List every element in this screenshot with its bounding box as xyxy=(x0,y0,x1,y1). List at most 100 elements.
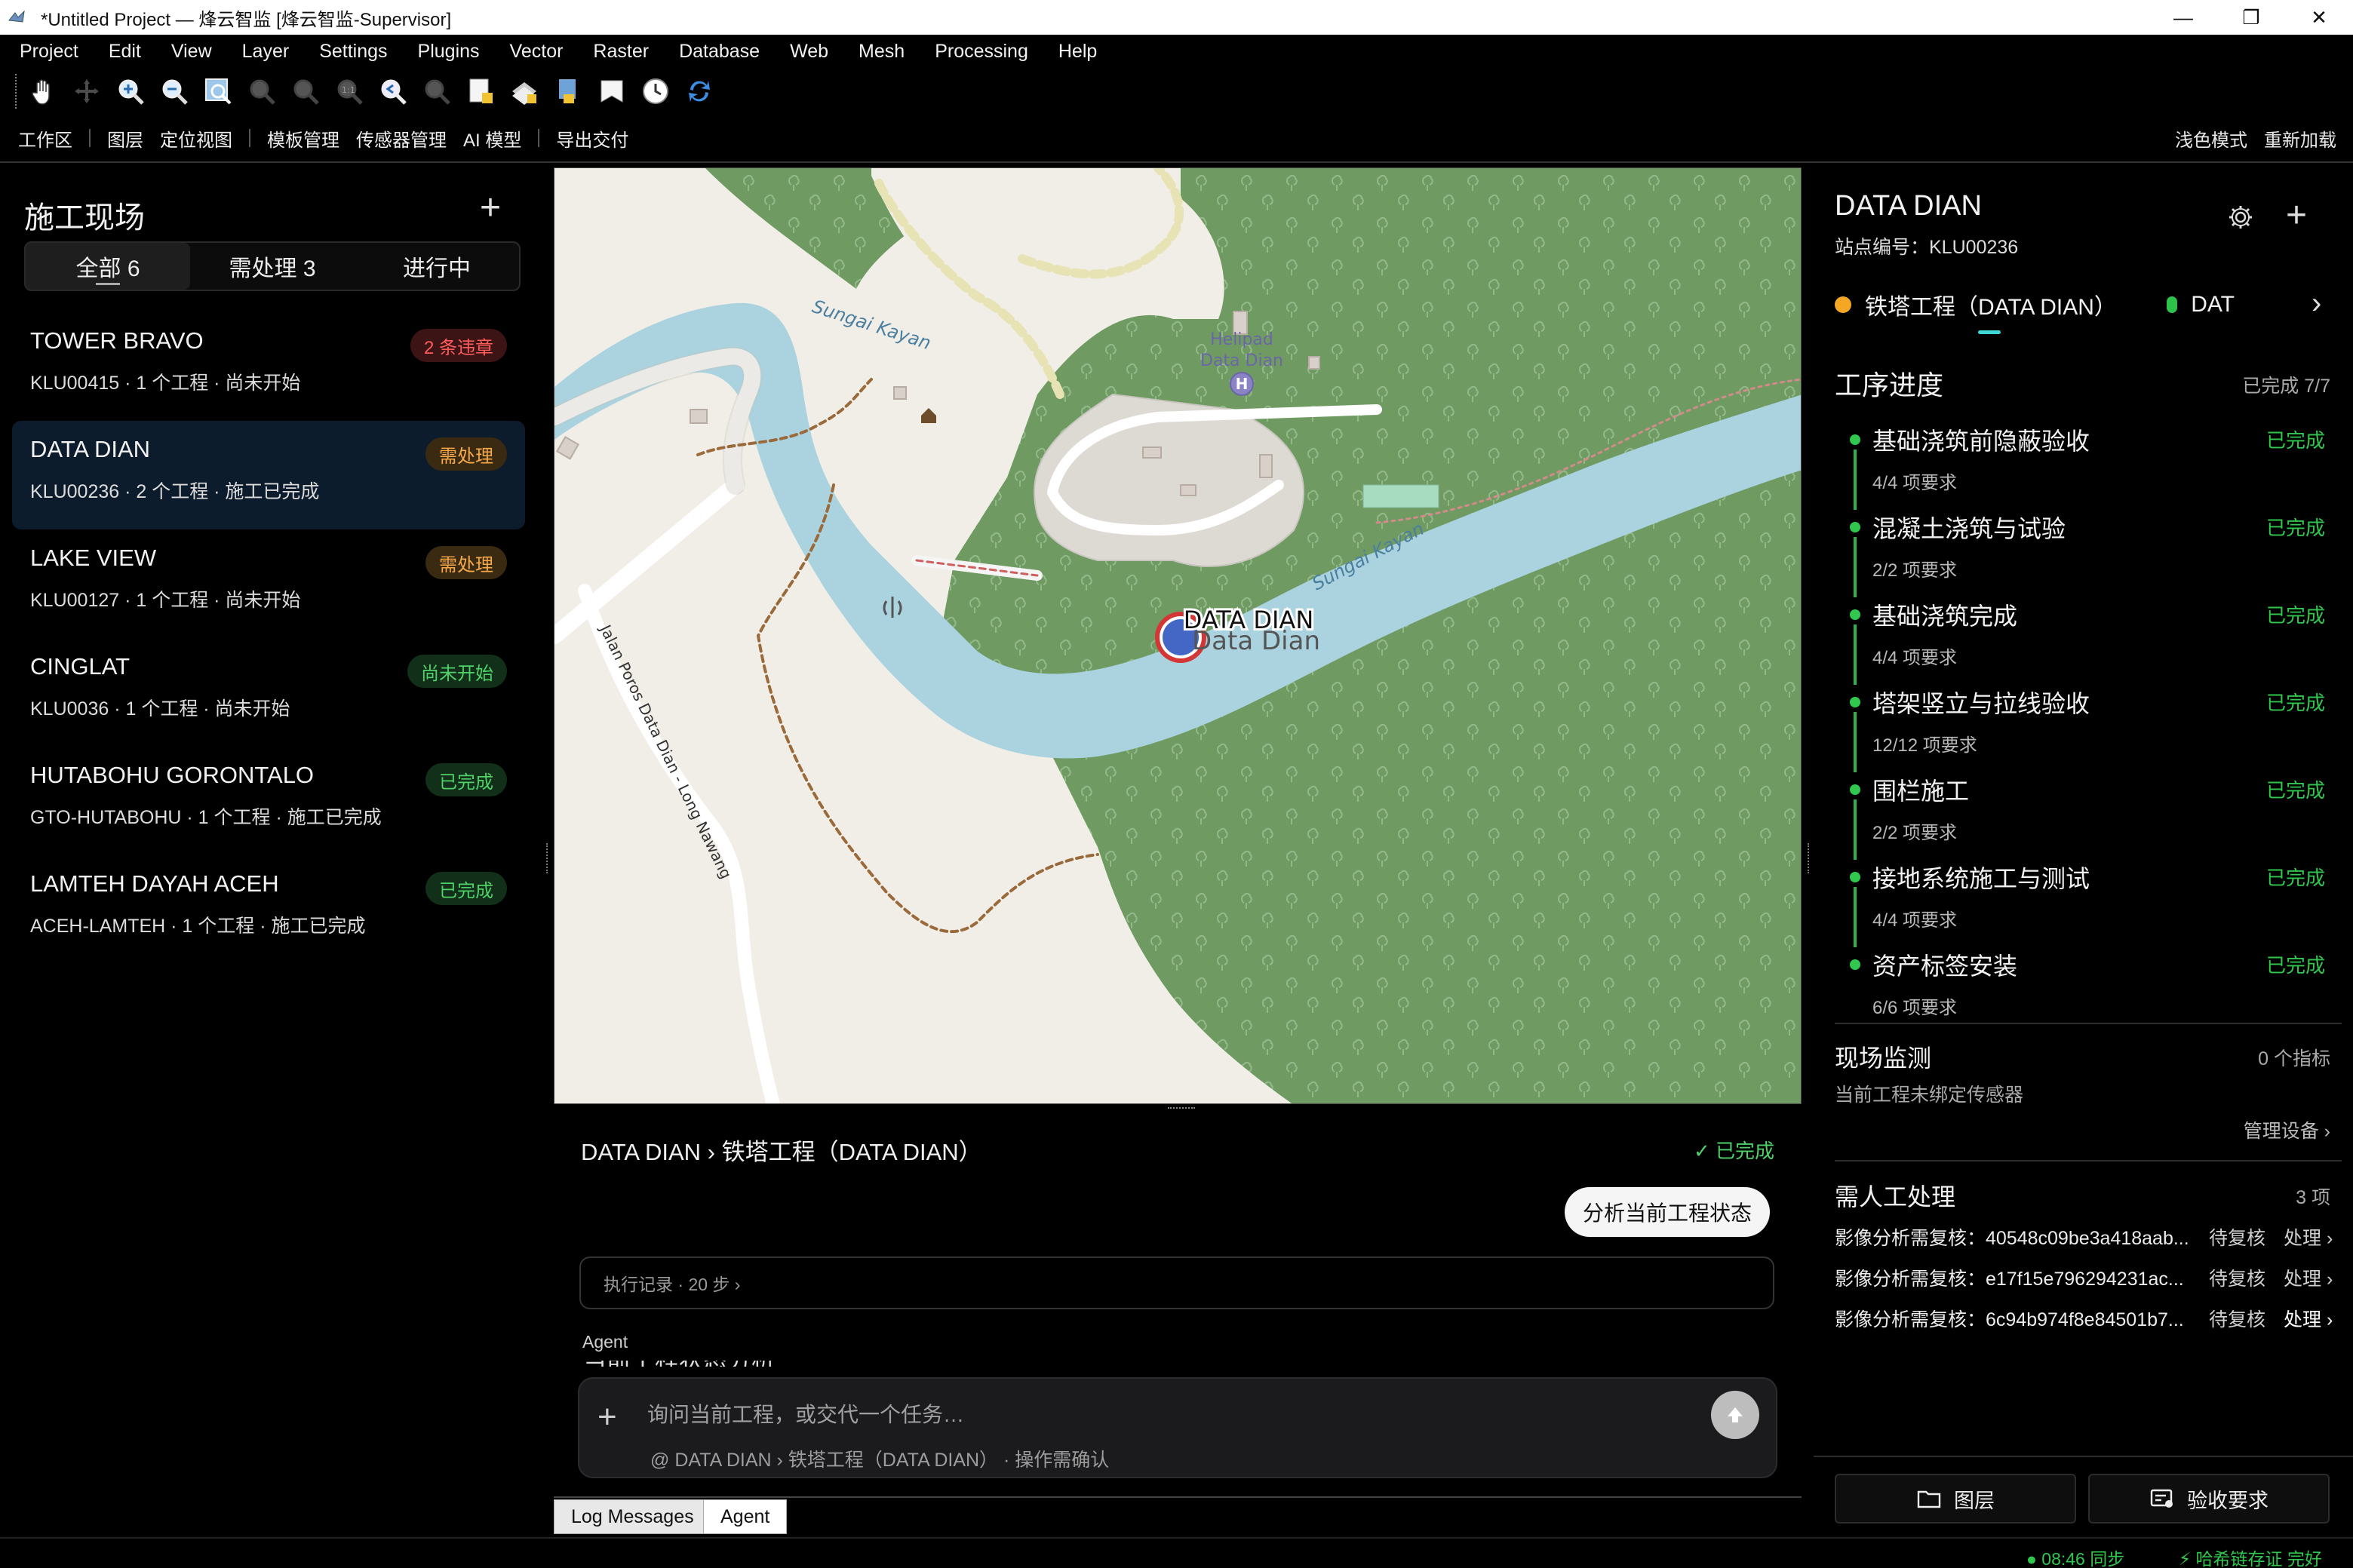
nav-sensor-management[interactable]: 传感器管理 xyxy=(356,125,447,152)
filter-tab-in-progress[interactable]: 进行中 xyxy=(355,243,519,290)
step-requirements: 4/4 项要求 xyxy=(1872,910,1958,931)
project-tab[interactable]: DAT xyxy=(2167,282,2235,327)
site-item[interactable]: LAMTEH DAYAH ACEH ACEH-LAMTEH · 1 个工程 · … xyxy=(12,855,525,964)
status-badge: 已完成 xyxy=(425,872,507,905)
menu-raster[interactable]: Raster xyxy=(593,41,649,63)
menu-plugins[interactable]: Plugins xyxy=(418,41,480,63)
process-steps: 基础浇筑前隐蔽验收 4/4 项要求 已完成 混凝土浇筑与试验 2/2 项要求 已… xyxy=(1835,421,2348,1033)
project-status: ✓ 已完成 xyxy=(1693,1140,1774,1162)
manual-item-action[interactable]: 处理 › xyxy=(2284,1223,2333,1250)
show-bookmarks-icon[interactable] xyxy=(507,74,542,109)
menu-settings[interactable]: Settings xyxy=(319,41,387,63)
manual-title: 需人工处理 xyxy=(1835,1183,1956,1211)
right-splitter[interactable] xyxy=(1805,164,1814,1507)
temporal-controller-icon[interactable] xyxy=(638,74,673,109)
zoom-full-icon[interactable] xyxy=(201,74,235,109)
menu-help[interactable]: Help xyxy=(1058,41,1097,63)
zoom-next-icon[interactable] xyxy=(419,74,454,109)
nav-ai-model[interactable]: AI 模型 xyxy=(463,125,521,152)
step-item[interactable]: 基础浇筑完成 4/4 项要求 已完成 xyxy=(1835,596,2348,685)
step-item[interactable]: 围栏施工 2/2 项要求 已完成 xyxy=(1835,771,2348,860)
zoom-to-layer-icon[interactable] xyxy=(288,74,323,109)
project-tab-active[interactable]: 铁塔工程（DATA DIAN） xyxy=(1835,282,2117,327)
zoom-in-icon[interactable] xyxy=(113,74,148,109)
site-item-selected[interactable]: DATA DIAN KLU00236 · 2 个工程 · 施工已完成 需处理 xyxy=(12,421,525,529)
map-canvas[interactable]: H Helipad Data Dian Sungai Kayan Sungai … xyxy=(554,167,1802,1104)
zoom-out-icon[interactable] xyxy=(157,74,192,109)
map-agent-splitter[interactable] xyxy=(1168,1107,1195,1112)
zoom-last-icon[interactable] xyxy=(376,74,410,109)
tab-log-messages[interactable]: Log Messages xyxy=(554,1499,711,1534)
acceptance-requirements-button[interactable]: 验收要求 xyxy=(2088,1474,2330,1524)
pan-hand-icon[interactable] xyxy=(26,74,60,109)
step-item[interactable]: 接地系统施工与测试 4/4 项要求 已完成 xyxy=(1835,858,2348,947)
light-mode-button[interactable]: 浅色模式 xyxy=(2175,125,2247,152)
acceptance-button-label: 验收要求 xyxy=(2187,1489,2269,1512)
toolbar-grip[interactable] xyxy=(15,74,20,109)
site-item[interactable]: TOWER BRAVO KLU00415 · 1 个工程 · 尚未开始 2 条违… xyxy=(12,312,525,421)
filter-tab-all[interactable]: 全部 6 xyxy=(26,243,190,290)
maximize-button[interactable]: ❐ xyxy=(2217,0,2285,35)
nav-divider xyxy=(249,129,250,147)
layers-button[interactable]: 图层 xyxy=(1835,1474,2076,1524)
svg-text:1:1: 1:1 xyxy=(342,85,355,95)
add-project-button[interactable]: + xyxy=(2286,195,2307,236)
nav-workspace[interactable]: 工作区 xyxy=(18,125,72,152)
menu-database[interactable]: Database xyxy=(679,41,760,63)
menu-mesh[interactable]: Mesh xyxy=(859,41,905,63)
site-item[interactable]: LAKE VIEW KLU00127 · 1 个工程 · 尚未开始 需处理 xyxy=(12,529,525,638)
menu-project[interactable]: Project xyxy=(20,41,78,63)
menu-web[interactable]: Web xyxy=(790,41,828,63)
menu-view[interactable]: View xyxy=(171,41,212,63)
section-divider xyxy=(1835,1023,2342,1024)
minimize-button[interactable]: — xyxy=(2149,0,2217,35)
nav-export-delivery[interactable]: 导出交付 xyxy=(556,125,628,152)
pan-to-selection-icon[interactable] xyxy=(69,74,104,109)
menu-vector[interactable]: Vector xyxy=(510,41,564,63)
reload-button[interactable]: 重新加载 xyxy=(2264,125,2336,152)
step-item[interactable]: 塔架竖立与拉线验收 12/12 项要求 已完成 xyxy=(1835,683,2348,772)
menu-edit[interactable]: Edit xyxy=(109,41,141,63)
step-dot xyxy=(1850,697,1860,707)
attach-plus-button[interactable]: + xyxy=(597,1398,617,1436)
tab-agent[interactable]: Agent xyxy=(703,1499,788,1534)
manual-item-text: 影像分析需复核：e17f15e796294231ac... xyxy=(1835,1269,2184,1290)
menu-processing[interactable]: Processing xyxy=(935,41,1028,63)
step-item[interactable]: 基础浇筑前隐蔽验收 4/4 项要求 已完成 xyxy=(1835,421,2348,510)
step-item[interactable]: 资产标签安装 6/6 项要求 已完成 xyxy=(1835,946,2348,1033)
manage-devices-link[interactable]: 管理设备 › xyxy=(2244,1116,2330,1143)
filter-tab-needs-action[interactable]: 需处理 3 xyxy=(190,243,355,290)
close-button[interactable]: ✕ xyxy=(2285,0,2353,35)
building xyxy=(690,409,708,424)
chat-input[interactable]: 询问当前工程，或交代一个任务… xyxy=(647,1398,964,1428)
site-meta: GTO-HUTABOHU · 1 个工程 · 施工已完成 xyxy=(30,807,382,828)
nav-layers[interactable]: 图层 xyxy=(107,125,143,152)
new-3d-view-icon[interactable] xyxy=(594,74,629,109)
add-site-button[interactable]: + xyxy=(480,187,501,229)
zoom-native-icon[interactable]: 1:1 xyxy=(332,74,367,109)
manual-item-action[interactable]: 处理 › xyxy=(2284,1305,2333,1332)
send-button[interactable] xyxy=(1711,1391,1759,1439)
site-filter-tabs: 全部 6 需处理 3 进行中 xyxy=(24,241,521,291)
monitor-count: 0 个指标 xyxy=(2258,1048,2330,1069)
left-splitter[interactable] xyxy=(543,164,552,1507)
step-line xyxy=(1854,537,1857,597)
chat-input-box: + 询问当前工程，或交代一个任务… @ DATA DIAN › 铁塔工程（DAT… xyxy=(578,1377,1777,1478)
nav-locate-view[interactable]: 定位视图 xyxy=(160,125,232,152)
step-item[interactable]: 混凝土浇筑与试验 2/2 项要求 已完成 xyxy=(1835,508,2348,597)
site-item[interactable]: CINGLAT KLU0036 · 1 个工程 · 尚未开始 尚未开始 xyxy=(12,638,525,747)
nav-template-management[interactable]: 模板管理 xyxy=(267,125,339,152)
new-bookmark-icon[interactable] xyxy=(463,74,498,109)
project-tabs: 铁塔工程（DATA DIAN） DAT › xyxy=(1835,282,2348,335)
zoom-to-selection-icon[interactable] xyxy=(244,74,279,109)
manual-item-action[interactable]: 处理 › xyxy=(2284,1264,2333,1291)
new-map-view-icon[interactable] xyxy=(551,74,585,109)
site-item[interactable]: HUTABOHU GORONTALO GTO-HUTABOHU · 1 个工程 … xyxy=(12,747,525,855)
execution-log-toggle[interactable]: 执行记录 · 20 步 › xyxy=(579,1257,1774,1309)
map-svg[interactable]: H Helipad Data Dian Sungai Kayan Sungai … xyxy=(554,168,1802,1104)
chevron-right-icon[interactable]: › xyxy=(2312,287,2321,321)
refresh-icon[interactable] xyxy=(682,74,717,109)
agent-pane: DATA DIAN › 铁塔工程（DATA DIAN） ✓ 已完成 分析当前工程… xyxy=(554,1113,1802,1495)
gear-icon[interactable] xyxy=(2227,204,2254,231)
menu-layer[interactable]: Layer xyxy=(242,41,290,63)
